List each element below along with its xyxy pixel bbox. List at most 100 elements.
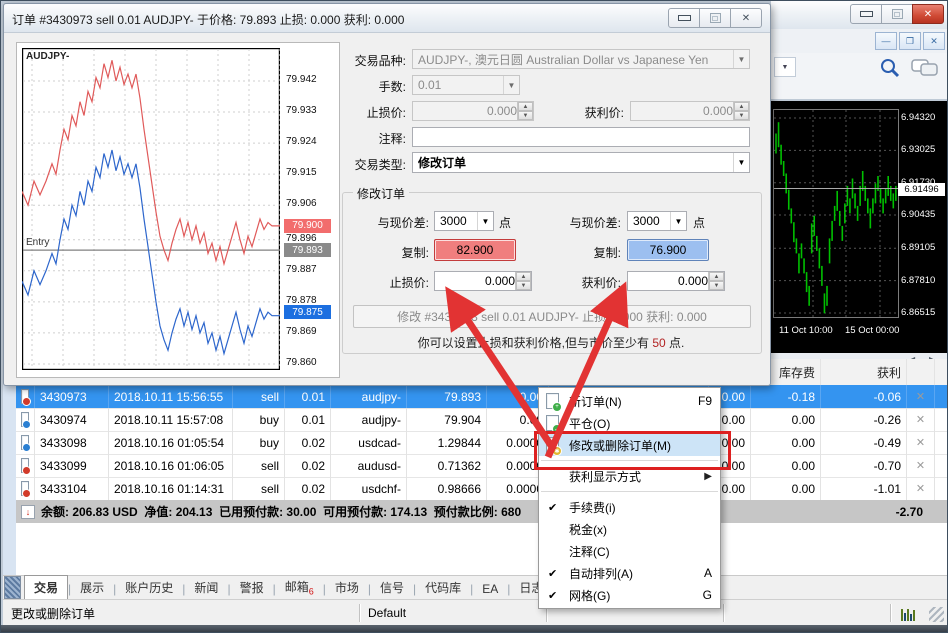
takeprofit-spinner[interactable]: 0.000 ▲▼ — [630, 101, 750, 121]
menu-item[interactable]: +新订单(N)F9 — [539, 390, 720, 412]
order-type-select[interactable]: 修改订单▼ — [412, 152, 750, 173]
volume-select[interactable]: 0.01▼ — [412, 75, 520, 95]
close-order-icon[interactable]: ✕ — [916, 482, 925, 495]
spin-up-icon: ▲ — [516, 272, 531, 281]
menu-item-label: 税金(x) — [569, 521, 607, 538]
dialog-titlebar[interactable]: 订单 #3430973 sell 0.01 AUDJPY- 于价格: 79.89… — [4, 4, 770, 33]
tab-EA[interactable]: EA — [473, 579, 507, 600]
tp-price-spinner[interactable]: 0.000 ▲▼ — [627, 271, 725, 291]
cell-swap: 0.00 — [751, 431, 821, 454]
submenu-arrow-icon: ▶ — [704, 471, 712, 482]
cell-x[interactable]: ✕ — [907, 385, 935, 408]
table-row[interactable]: 34309732018.10.11 15:56:55sell0.01audjpy… — [16, 385, 947, 409]
close-icon: ✕ — [924, 9, 932, 20]
cell-order: 3433099 — [35, 454, 109, 477]
tab-警报[interactable]: 警报 — [231, 576, 273, 600]
dialog-minimize-button[interactable] — [668, 8, 700, 28]
entry-price-badge: 79.893 — [284, 243, 331, 257]
chart-restore-button[interactable]: ❐ — [899, 32, 921, 50]
price-axis-label: 6.90435 — [901, 209, 947, 220]
price-axis-label: 6.94320 — [901, 112, 947, 123]
cell-x[interactable]: ✕ — [907, 477, 935, 500]
toolbar-overflow-button[interactable]: ▼ — [774, 57, 796, 77]
comment-input[interactable] — [412, 127, 750, 147]
stoploss-spinner[interactable]: 0.000 ▲▼ — [412, 101, 534, 121]
table-row[interactable]: 34330992018.10.16 01:06:05sell0.02audusd… — [16, 454, 947, 478]
tab-交易[interactable]: 交易 — [24, 575, 68, 601]
spin-up-icon: ▲ — [709, 272, 724, 281]
copy-sl-button[interactable]: 82.900 — [434, 239, 516, 261]
spinner-buttons[interactable]: ▲▼ — [515, 272, 531, 290]
cell-price: 1.29844 — [407, 431, 487, 454]
close-order-icon[interactable]: ✕ — [916, 390, 925, 403]
cell-price: 79.893 — [407, 385, 487, 408]
chat-bubbles-icon[interactable] — [911, 58, 941, 78]
dialog-close-button[interactable]: ✕ — [730, 8, 762, 28]
menu-item[interactable]: ✔网格(G)G — [539, 584, 720, 606]
price-axis-label: 79.887 — [286, 264, 336, 275]
symbol-select[interactable]: AUDJPY-, 澳元日圆 Australian Dollar vs Japan… — [412, 49, 750, 69]
spin-up-icon: ▲ — [734, 102, 749, 111]
chart-close-button[interactable]: ✕ — [923, 32, 945, 50]
chart-minimize-button[interactable]: — — [875, 32, 897, 50]
spin-down-icon: ▼ — [518, 111, 533, 120]
new-order-icon: + — [546, 393, 559, 409]
spinner-buttons[interactable]: ▲▼ — [708, 272, 724, 290]
status-profile[interactable]: Default — [360, 604, 547, 622]
cell-x[interactable]: ✕ — [907, 431, 935, 454]
modify-order-button[interactable]: 修改 #3430973 sell 0.01 AUDJPY- 止损: 0.000 … — [353, 305, 751, 328]
cell-x[interactable]: ✕ — [907, 408, 935, 431]
chevron-down-icon: ▼ — [733, 50, 749, 68]
terminal-panel-icon[interactable] — [4, 576, 21, 599]
close-icon: ✕ — [930, 36, 938, 47]
price-axis-label: 79.878 — [286, 295, 336, 306]
tab-代码库[interactable]: 代码库 — [416, 576, 470, 600]
table-row[interactable]: 34331042018.10.16 01:14:31sell0.02usdchf… — [16, 477, 947, 501]
tab-邮箱[interactable]: 邮箱6 — [276, 575, 323, 600]
current-price-badge: 6.91496 — [898, 183, 945, 196]
cell-profit: -0.70 — [821, 454, 907, 477]
minimize-icon: — — [882, 36, 891, 46]
menu-item[interactable]: ✔自动排列(A)A — [539, 562, 720, 584]
table-row[interactable]: 34309742018.10.11 15:57:08buy0.01audjpy-… — [16, 408, 947, 432]
tab-信号[interactable]: 信号 — [371, 576, 413, 600]
summary-row: ↓余额: 206.83 USD 净值: 204.13 已用预付款: 30.00 … — [16, 500, 947, 523]
menu-item-label: 新订单(N) — [569, 393, 622, 410]
chevron-down-icon: ▼ — [503, 76, 519, 94]
menu-item[interactable]: 税金(x) — [539, 518, 720, 540]
points-label-left: 点 — [499, 214, 523, 231]
close-order-icon[interactable]: ✕ — [916, 459, 925, 472]
cell-x[interactable]: ✕ — [907, 454, 935, 477]
cell-profit: -0.49 — [821, 431, 907, 454]
spinner-buttons[interactable]: ▲▼ — [517, 102, 533, 120]
close-order-icon[interactable]: ✕ — [916, 436, 925, 449]
sl-price-spinner[interactable]: 0.000 ▲▼ — [434, 271, 532, 291]
tab-新闻[interactable]: 新闻 — [185, 576, 227, 600]
main-maximize-button[interactable] — [881, 4, 913, 24]
time-axis-label: 11 Oct 10:00 — [779, 325, 833, 336]
diff-select-right[interactable]: 3000▼ — [627, 211, 687, 231]
market-chart-panel[interactable]: 6.943206.930256.917306.904356.891056.878… — [771, 101, 947, 353]
cell-symbol: audjpy- — [331, 408, 407, 431]
status-message: 更改或删除订单 — [3, 604, 360, 622]
zoom-icon[interactable] — [879, 57, 901, 79]
column-header[interactable] — [907, 359, 935, 385]
cell-swap: 0.00 — [751, 454, 821, 477]
copy-tp-button[interactable]: 76.900 — [627, 239, 709, 261]
table-row[interactable]: 34330982018.10.16 01:05:54buy0.02usdcad-… — [16, 431, 947, 455]
resize-grip[interactable] — [929, 607, 944, 622]
tab-展示[interactable]: 展示 — [71, 576, 113, 600]
main-close-button[interactable]: ✕ — [912, 4, 944, 24]
comment-label: 注释: — [266, 130, 406, 147]
tab-账户历史[interactable]: 账户历史 — [116, 576, 182, 600]
main-minimize-button[interactable] — [850, 4, 882, 24]
menu-item[interactable]: ✔手续费(i) — [539, 496, 720, 518]
dialog-maximize-button[interactable] — [699, 8, 731, 28]
tab-市场[interactable]: 市场 — [326, 576, 368, 600]
spinner-buttons[interactable]: ▲▼ — [733, 102, 749, 120]
menu-item[interactable]: 注释(C) — [539, 540, 720, 562]
column-header[interactable]: 获利 — [821, 359, 907, 385]
close-order-icon[interactable]: ✕ — [916, 413, 925, 426]
menu-shortcut: A — [694, 566, 712, 580]
diff-select-left[interactable]: 3000▼ — [434, 211, 494, 231]
